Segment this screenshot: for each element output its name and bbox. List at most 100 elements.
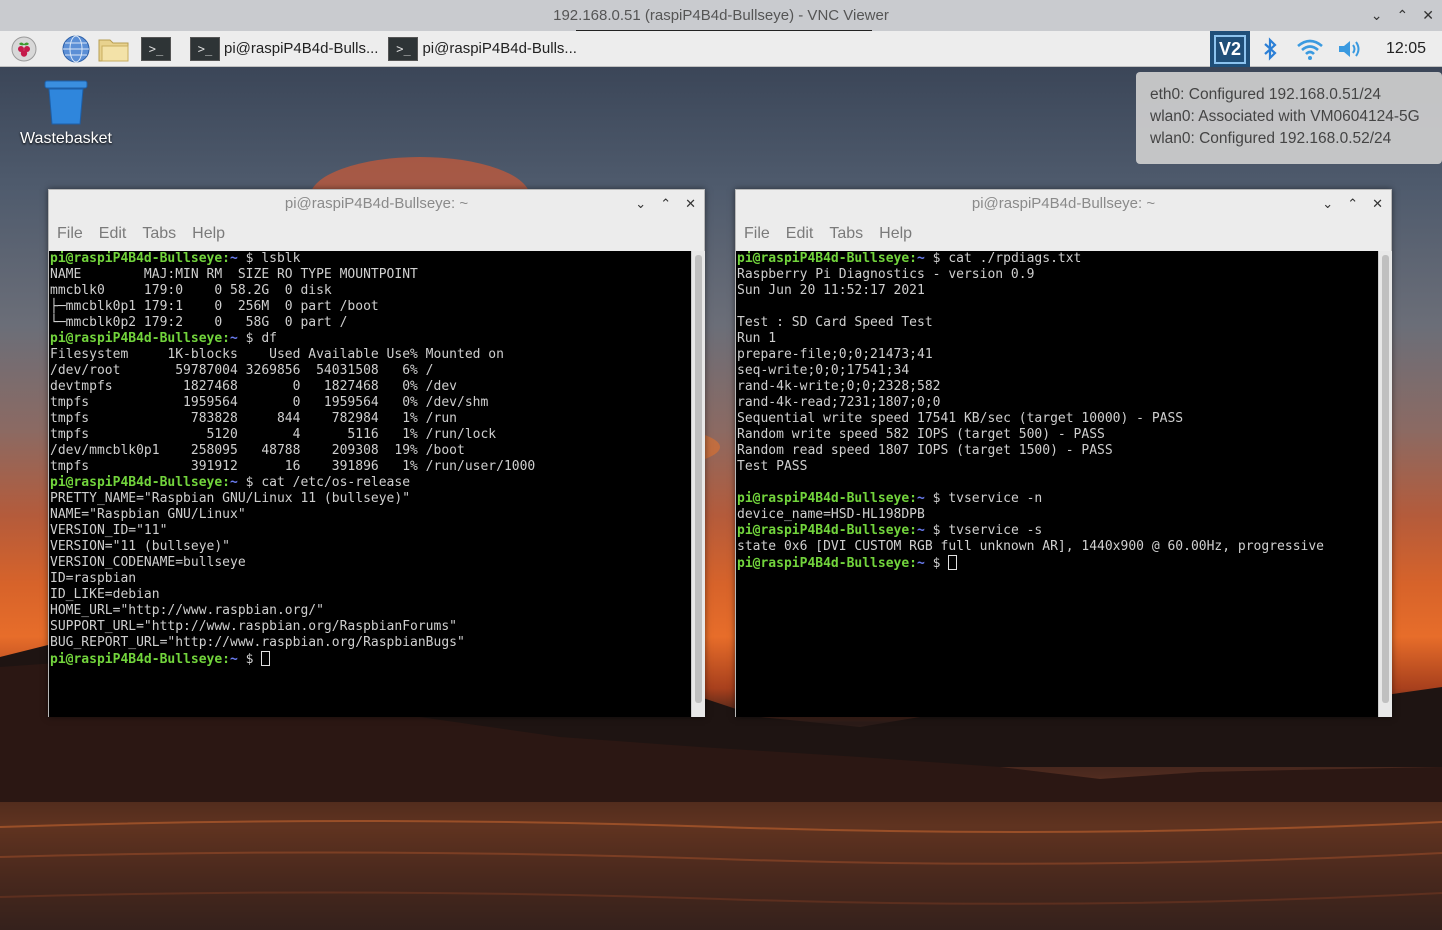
terminal-line: Filesystem 1K-blocks Used Available Use%… xyxy=(50,347,504,362)
wastebasket-icon xyxy=(44,80,88,125)
network-status-line: wlan0: Configured 192.168.0.52/24 xyxy=(1150,130,1392,147)
text-cursor xyxy=(948,555,958,570)
terminal-line: seq-write;0;0;17541;34 xyxy=(737,363,910,378)
terminal-glyph-icon: >_ xyxy=(141,36,171,61)
terminal-line: prepare-file;0;0;21473;41 xyxy=(737,347,933,362)
taskbar-terminal-1[interactable]: >_ pi@raspiP4B4d-Bulls... xyxy=(186,34,382,64)
clock[interactable]: 12:05 xyxy=(1370,40,1442,58)
vnc-server-icon[interactable]: V2 xyxy=(1210,31,1250,67)
terminal-title: pi@raspiP4B4d-Bullseye: ~ xyxy=(971,195,1156,212)
wastebasket-desktop-item[interactable]: Wastebasket xyxy=(18,79,114,148)
vnc-server-label: V2 xyxy=(1213,34,1247,64)
terminal-menubar: File Edit Tabs Help xyxy=(736,218,1391,250)
scrollbar-thumb[interactable] xyxy=(695,255,702,703)
network-status-line: eth0: Configured 192.168.0.51/24 xyxy=(1150,86,1381,103)
terminal-icon: >_ xyxy=(190,36,220,61)
terminal-output[interactable]: pi@raspiP4B4d-Bullseye:~ $ lsblk NAME MAJ… xyxy=(49,251,691,717)
terminal-line: rand-4k-write;0;0;2328;582 xyxy=(737,379,941,394)
terminal-prompt-line: pi@raspiP4B4d-Bullseye:~ $ xyxy=(50,651,691,667)
command-text: tvservice -s xyxy=(948,523,1043,538)
prompt-path: ~ xyxy=(230,331,238,346)
prompt-user-host: pi@raspiP4B4d-Bullseye: xyxy=(737,491,918,506)
prompt-path: ~ xyxy=(917,491,925,506)
terminal-window-left[interactable]: pi@raspiP4B4d-Bullseye: ~ ⌄ ⌃ ✕ File Edi… xyxy=(48,189,705,717)
scrollbar-thumb[interactable] xyxy=(1382,255,1389,703)
terminal-line: Sun Jun 20 11:52:17 2021 xyxy=(737,283,925,298)
terminal-line: ├─mmcblk0p1 179:1 0 256M 0 part /boot xyxy=(50,299,379,314)
terminal-icon[interactable]: >_ xyxy=(138,31,174,67)
terminal-prompt-line: pi@raspiP4B4d-Bullseye:~ $ df xyxy=(50,331,691,347)
vnc-window-title: 192.168.0.51 (raspiP4B4d-Bullseye) - VNC… xyxy=(553,7,889,24)
terminal-prompt-line: pi@raspiP4B4d-Bullseye:~ $ tvservice -s xyxy=(737,523,1378,539)
command-text: tvservice -n xyxy=(948,491,1043,506)
prompt-symbol: $ xyxy=(237,251,262,266)
terminal-window-right[interactable]: pi@raspiP4B4d-Bullseye: ~ ⌄ ⌃ ✕ File Edi… xyxy=(735,189,1392,717)
prompt-symbol: $ xyxy=(924,523,949,538)
close-icon[interactable]: ✕ xyxy=(685,190,696,218)
menu-tabs[interactable]: Tabs xyxy=(142,225,176,243)
taskbar-panel: >_ >_ pi@raspiP4B4d-Bulls... >_ pi@raspi… xyxy=(0,31,1442,67)
terminal-scrollbar[interactable] xyxy=(1378,251,1392,717)
raspberry-menu-icon[interactable] xyxy=(6,31,42,67)
menu-help[interactable]: Help xyxy=(192,225,225,243)
close-icon[interactable]: ✕ xyxy=(1372,190,1383,218)
volume-icon[interactable] xyxy=(1330,31,1370,67)
maximize-icon[interactable]: ⌃ xyxy=(1397,0,1409,31)
bluetooth-icon[interactable] xyxy=(1250,31,1290,67)
terminal-menubar: File Edit Tabs Help xyxy=(49,218,704,250)
terminal-line: PRETTY_NAME="Raspbian GNU/Linux 11 (bull… xyxy=(50,491,411,506)
terminal-line: Raspberry Pi Diagnostics - version 0.9 xyxy=(737,267,1035,282)
command-text: lsblk xyxy=(261,251,301,266)
terminal-line: tmpfs 783828 844 782984 1% /run xyxy=(50,411,457,426)
prompt-user-host: pi@raspiP4B4d-Bullseye: xyxy=(50,251,231,266)
terminal-line: Random read speed 1807 IOPS (target 1500… xyxy=(737,443,1113,458)
menu-edit[interactable]: Edit xyxy=(99,225,127,243)
terminal-line: device_name=HSD-HL198DPB xyxy=(737,507,925,522)
terminal-titlebar[interactable]: pi@raspiP4B4d-Bullseye: ~ ⌄ ⌃ ✕ xyxy=(736,190,1391,218)
prompt-path: ~ xyxy=(230,475,238,490)
taskbar-terminal-2[interactable]: >_ pi@raspiP4B4d-Bulls... xyxy=(384,34,580,64)
text-cursor xyxy=(261,651,271,666)
terminal-titlebar[interactable]: pi@raspiP4B4d-Bullseye: ~ ⌄ ⌃ ✕ xyxy=(49,190,704,218)
terminal-line: VERSION_ID="11" xyxy=(50,523,168,538)
prompt-user-host: pi@raspiP4B4d-Bullseye: xyxy=(737,523,918,538)
terminal-line: Test : SD Card Speed Test xyxy=(737,315,933,330)
terminal-prompt-line: pi@raspiP4B4d-Bullseye:~ $ lsblk xyxy=(50,251,691,267)
taskbar-terminal-label: pi@raspiP4B4d-Bulls... xyxy=(224,40,379,57)
minimize-icon[interactable]: ⌄ xyxy=(1322,190,1333,218)
prompt-symbol: $ xyxy=(237,652,262,667)
file-manager-icon[interactable] xyxy=(96,31,132,67)
wifi-icon[interactable] xyxy=(1290,31,1330,67)
terminal-output[interactable]: pi@raspiP4B4d-Bullseye:~ $ cat ./rpdiags… xyxy=(736,251,1378,717)
menu-file[interactable]: File xyxy=(744,225,770,243)
command-text: cat ./rpdiags.txt xyxy=(948,251,1082,266)
minimize-icon[interactable]: ⌄ xyxy=(635,190,646,218)
menu-edit[interactable]: Edit xyxy=(786,225,814,243)
menu-tabs[interactable]: Tabs xyxy=(829,225,863,243)
close-icon[interactable]: ✕ xyxy=(1422,0,1434,31)
terminal-line: tmpfs 5120 4 5116 1% /run/lock xyxy=(50,427,497,442)
terminal-prompt-line: pi@raspiP4B4d-Bullseye:~ $ tvservice -n xyxy=(737,491,1378,507)
terminal-line: SUPPORT_URL="http://www.raspbian.org/Ras… xyxy=(50,619,457,634)
maximize-icon[interactable]: ⌃ xyxy=(1347,190,1358,218)
terminal-line: ID_LIKE=debian xyxy=(50,587,160,602)
minimize-icon[interactable]: ⌄ xyxy=(1371,0,1383,31)
command-text: cat /etc/os-release xyxy=(261,475,411,490)
menu-help[interactable]: Help xyxy=(879,225,912,243)
prompt-path: ~ xyxy=(230,251,238,266)
terminal-scrollbar[interactable] xyxy=(691,251,705,717)
web-browser-icon[interactable] xyxy=(58,31,94,67)
terminal-prompt-line: pi@raspiP4B4d-Bullseye:~ $ cat /etc/os-r… xyxy=(50,475,691,491)
terminal-line: VERSION_CODENAME=bullseye xyxy=(50,555,246,570)
prompt-path: ~ xyxy=(917,523,925,538)
maximize-icon[interactable]: ⌃ xyxy=(660,190,671,218)
terminal-line: state 0x6 [DVI CUSTOM RGB full unknown A… xyxy=(737,539,1324,554)
terminal-line: tmpfs 391912 16 391896 1% /run/user/1000 xyxy=(50,459,536,474)
network-status-line: wlan0: Associated with VM0604124-5G xyxy=(1150,108,1420,125)
system-tray: V2 12:05 xyxy=(1210,31,1442,67)
taskbar-terminal-label: pi@raspiP4B4d-Bulls... xyxy=(422,40,577,57)
terminal-line: mmcblk0 179:0 0 58.2G 0 disk xyxy=(50,283,332,298)
menu-file[interactable]: File xyxy=(57,225,83,243)
